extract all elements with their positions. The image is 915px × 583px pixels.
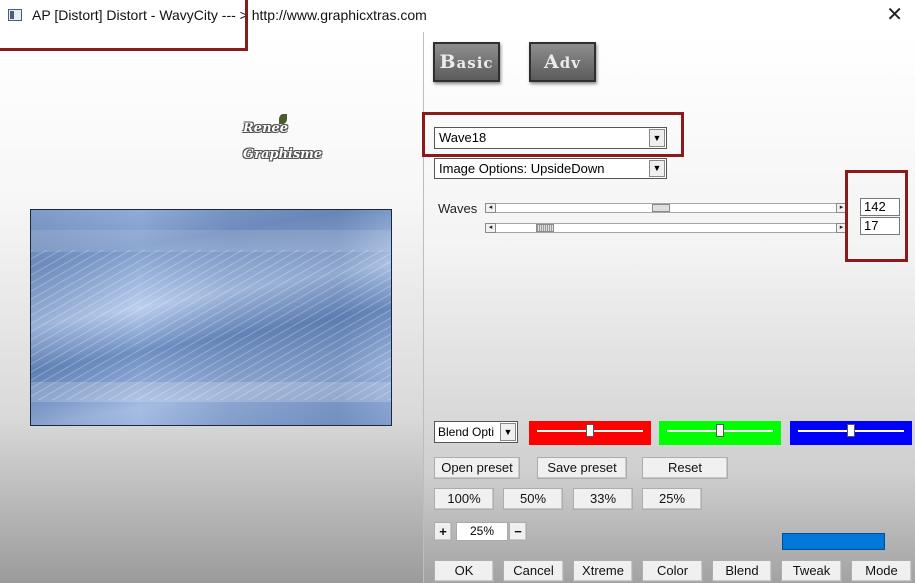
arrow-left-icon[interactable]: ◂ (485, 203, 496, 213)
title-highlight-box (0, 0, 248, 51)
tab-basic[interactable]: Basic (433, 42, 500, 82)
image-options-value: Image Options: UpsideDown (439, 161, 605, 176)
slider-thumb[interactable] (716, 424, 724, 437)
chevron-down-icon[interactable]: ▼ (649, 129, 665, 147)
mode-button[interactable]: Mode (851, 560, 912, 582)
zoom-plus-button[interactable]: + (434, 522, 452, 541)
waves-label: Waves (438, 201, 478, 216)
zoom-100-button[interactable]: 100% (434, 488, 494, 510)
slider-thumb[interactable] (651, 204, 670, 212)
zoom-25-button[interactable]: 25% (642, 488, 702, 510)
green-channel-slider[interactable] (659, 421, 781, 445)
zoom-50-button[interactable]: 50% (503, 488, 563, 510)
zoom-minus-button[interactable]: − (509, 522, 527, 541)
reset-button[interactable]: Reset (642, 457, 728, 479)
values-highlight-box (845, 170, 908, 262)
watermark-line1: Renee (243, 121, 289, 136)
save-preset-button[interactable]: Save preset (537, 457, 627, 479)
color-swatch[interactable] (782, 533, 885, 550)
chevron-down-icon[interactable]: ▼ (500, 423, 516, 441)
cancel-button[interactable]: Cancel (503, 560, 564, 582)
zoom-33-button[interactable]: 33% (573, 488, 633, 510)
red-channel-slider[interactable] (529, 421, 651, 445)
effect-select[interactable]: Wave18 ▼ (434, 127, 667, 149)
image-options-select[interactable]: Image Options: UpsideDown ▼ (434, 158, 667, 179)
slider-thumb[interactable] (847, 424, 855, 437)
close-icon[interactable]: ✕ (886, 3, 903, 27)
zoom-level-field[interactable]: 25% (456, 522, 508, 541)
blend-button[interactable]: Blend (712, 560, 772, 582)
waves-slider-1[interactable]: ◂ ▸ (485, 203, 847, 213)
tab-adv[interactable]: Adv (529, 42, 596, 82)
wave-texture (31, 210, 391, 425)
blend-select-value: Blend Opti (438, 425, 495, 439)
slider-thumb[interactable] (535, 224, 554, 232)
watermark-logo: Renee Graphisme (243, 114, 333, 168)
waves-slider-2[interactable]: ◂ ▸ (485, 223, 847, 233)
ok-button[interactable]: OK (434, 560, 494, 582)
arrow-left-icon[interactable]: ◂ (485, 223, 496, 233)
watermark-line2: Graphisme (243, 147, 323, 162)
chevron-down-icon[interactable]: ▼ (649, 160, 665, 177)
slider-thumb[interactable] (586, 424, 594, 437)
blue-channel-slider[interactable] (790, 421, 912, 445)
effect-select-value: Wave18 (439, 130, 487, 145)
preview-image (30, 209, 392, 426)
xtreme-button[interactable]: Xtreme (573, 560, 633, 582)
tweak-button[interactable]: Tweak (781, 560, 842, 582)
open-preset-button[interactable]: Open preset (434, 457, 520, 479)
color-button[interactable]: Color (642, 560, 703, 582)
blend-options-select[interactable]: Blend Opti ▼ (434, 421, 518, 443)
